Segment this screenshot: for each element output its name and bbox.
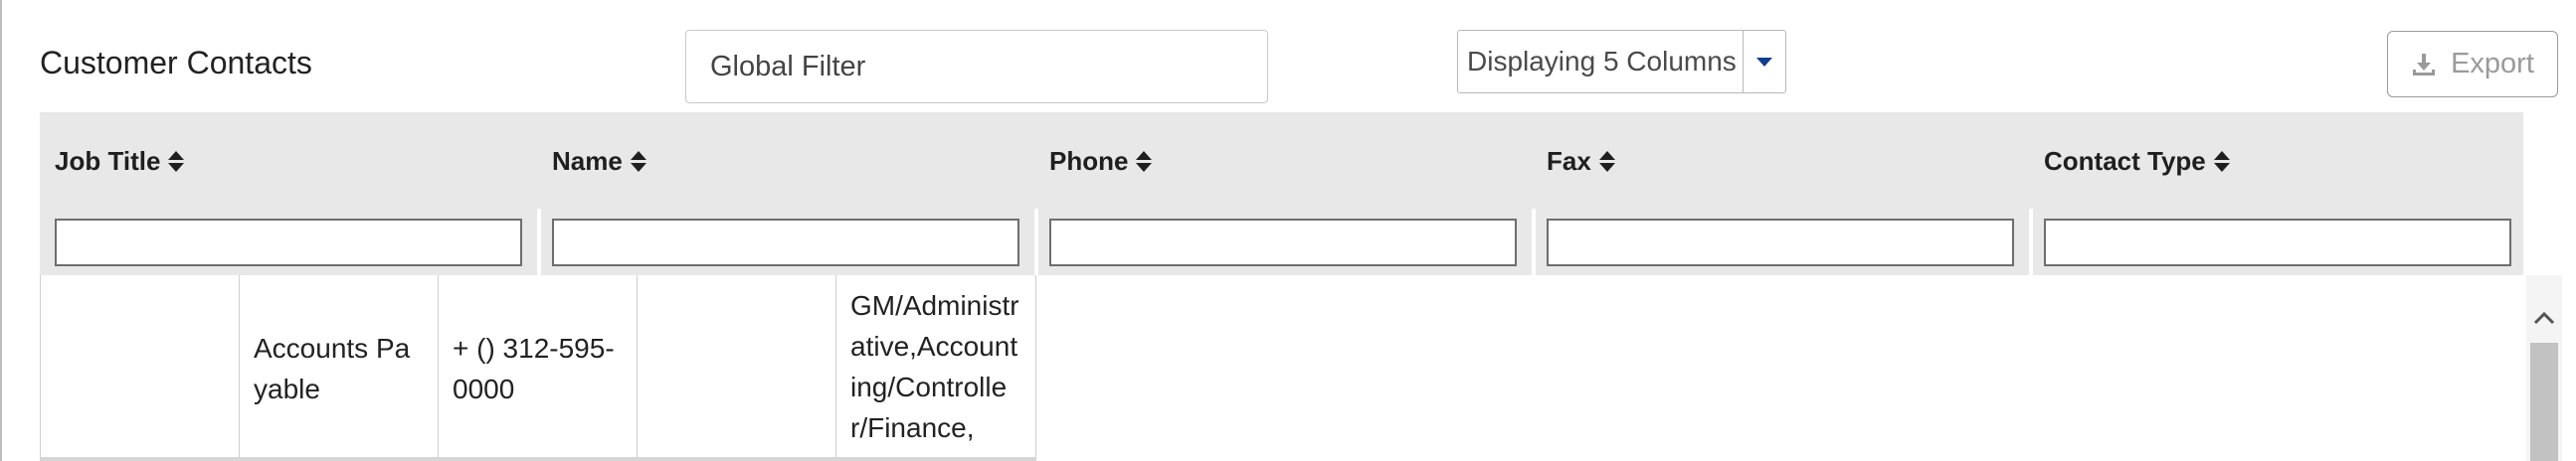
- table-header: Job Title Name Phone Fax Contact Type: [40, 112, 2523, 275]
- sort-icon[interactable]: [168, 151, 185, 172]
- column-label-contact-type: Contact Type: [2044, 146, 2206, 176]
- table-cell-fax: [637, 275, 835, 461]
- column-label-job-title: Job Title: [55, 146, 161, 176]
- name-filter-input[interactable]: [552, 219, 1019, 266]
- column-header-contact-type[interactable]: Contact Type: [2029, 112, 2523, 275]
- column-header-fax[interactable]: Fax: [1532, 112, 2029, 275]
- columns-select-label: Displaying 5 Columns: [1467, 46, 1737, 77]
- scroll-up-button[interactable]: [2526, 300, 2562, 336]
- sort-icon[interactable]: [2213, 151, 2230, 172]
- sort-icon[interactable]: [1598, 151, 1615, 172]
- table-cell-contact-type: GM/Administrative,Accounting/Controller/…: [835, 275, 1036, 461]
- column-label-phone: Phone: [1049, 146, 1129, 176]
- row-divider: [40, 457, 1036, 461]
- columns-select[interactable]: Displaying 5 Columns: [1457, 30, 1786, 93]
- contact-type-filter-input[interactable]: [2044, 219, 2511, 266]
- table-row[interactable]: Accounts Payable + () 312-595-0000 GM/Ad…: [40, 275, 1036, 461]
- job-title-filter-input[interactable]: [55, 219, 522, 266]
- table-body: Accounts Payable + () 312-595-0000 GM/Ad…: [40, 275, 2523, 461]
- page-title: Customer Contacts: [40, 45, 312, 80]
- phone-filter-input[interactable]: [1049, 219, 1517, 266]
- column-header-name[interactable]: Name: [537, 112, 1034, 275]
- columns-dropdown-button[interactable]: [1743, 31, 1785, 92]
- fax-filter-input[interactable]: [1547, 219, 2014, 266]
- chevron-up-icon: [2533, 311, 2555, 325]
- export-button[interactable]: Export: [2387, 31, 2558, 97]
- table-cell-phone: + () 312-595-0000: [438, 275, 637, 461]
- download-icon: [2413, 53, 2436, 76]
- page: Customer Contacts Displaying 5 Columns E…: [0, 0, 2576, 461]
- column-label-fax: Fax: [1547, 146, 1591, 176]
- table-cell-job-title: [40, 275, 239, 461]
- table-cell-name: Accounts Payable: [239, 275, 438, 461]
- sort-icon[interactable]: [630, 151, 646, 172]
- chevron-down-icon: [1756, 57, 1772, 67]
- sort-icon[interactable]: [1136, 151, 1153, 172]
- left-edge-divider: [0, 0, 2, 461]
- scrollbar-thumb[interactable]: [2530, 343, 2558, 461]
- column-header-phone[interactable]: Phone: [1034, 112, 1532, 275]
- global-filter-input[interactable]: [685, 30, 1268, 103]
- column-header-job-title[interactable]: Job Title: [40, 112, 537, 275]
- column-label-name: Name: [552, 146, 623, 176]
- export-label: Export: [2451, 48, 2534, 79]
